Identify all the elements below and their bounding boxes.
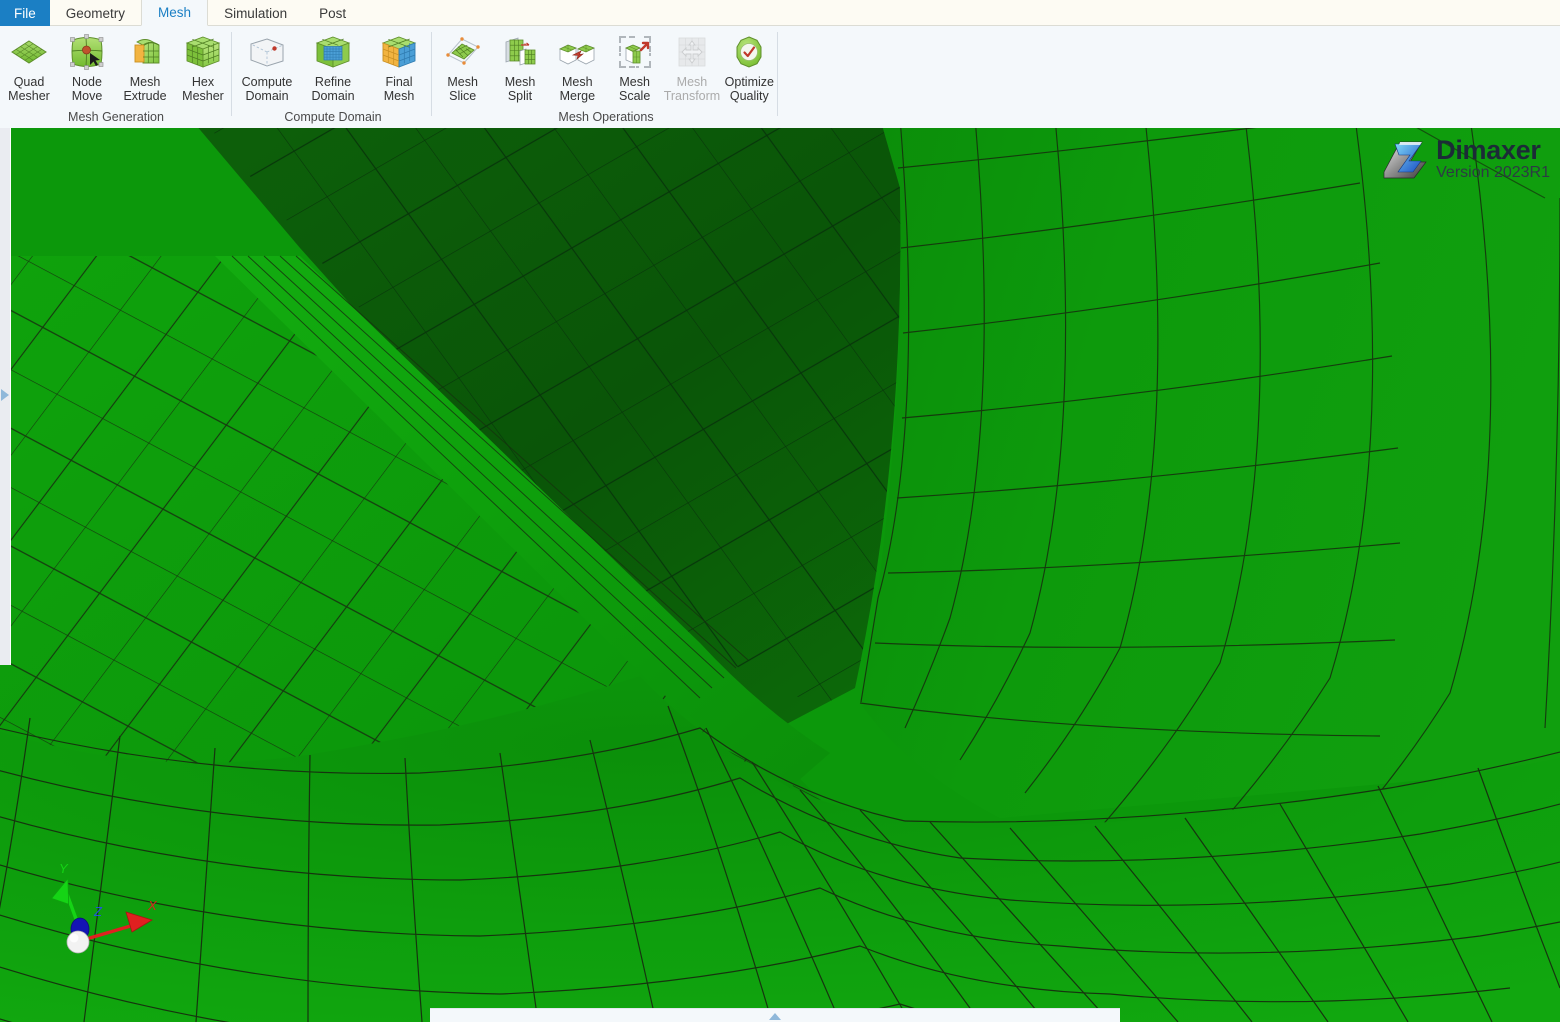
application-window: File Geometry Mesh Simulation Post Quad … xyxy=(0,0,1560,1022)
mesh-merge-label: Mesh Merge xyxy=(559,75,596,103)
tab-simulation[interactable]: Simulation xyxy=(208,0,303,26)
mesh-split-icon xyxy=(499,31,541,73)
ribbon-group-compute-domain-label: Compute Domain xyxy=(284,110,382,124)
final-mesh-label: Final Mesh xyxy=(383,75,415,103)
tab-mesh[interactable]: Mesh xyxy=(141,0,209,26)
left-panel-collapsed-strip[interactable] xyxy=(0,128,11,665)
hex-mesher-label: Hex Mesher xyxy=(182,75,224,103)
refine-domain-label: Refine Domain xyxy=(311,75,355,103)
mesh-extrude-icon xyxy=(124,31,166,73)
mesh-render-canvas xyxy=(0,128,1560,1022)
ribbon-group-mesh-generation: Quad Mesher Node Move Mesh Extrude Hex M… xyxy=(0,26,232,128)
quad-mesher-label: Quad Mesher xyxy=(8,75,50,103)
mesh-scale-button[interactable]: Mesh Scale xyxy=(606,29,663,103)
mesh-slice-icon xyxy=(442,31,484,73)
optimize-quality-button[interactable]: Optimize Quality xyxy=(721,29,778,103)
optimize-quality-icon xyxy=(728,31,770,73)
mesh-scale-icon xyxy=(614,31,656,73)
mesh-3d-viewport[interactable]: Dimaxer Version 2023R1 Y X Z xyxy=(0,128,1560,1022)
mesh-transform-button[interactable]: Mesh Transform xyxy=(663,29,720,103)
node-move-label: Node Move xyxy=(71,75,103,103)
ribbon-group-mesh-operations: Mesh Slice Mesh Split Mesh Merge Mesh Sc… xyxy=(434,26,778,128)
node-move-button[interactable]: Node Move xyxy=(58,29,116,103)
ribbon-body: Quad Mesher Node Move Mesh Extrude Hex M… xyxy=(0,26,1560,128)
final-mesh-icon xyxy=(378,31,420,73)
compute-domain-icon xyxy=(246,31,288,73)
optimize-quality-label: Optimize Quality xyxy=(724,75,774,103)
mesh-extrude-button[interactable]: Mesh Extrude xyxy=(116,29,174,103)
ribbon: File Geometry Mesh Simulation Post Quad … xyxy=(0,0,1560,128)
final-mesh-button[interactable]: Final Mesh xyxy=(366,29,432,103)
mesh-extrude-label: Mesh Extrude xyxy=(123,75,167,103)
left-panel-expand-arrow-icon[interactable] xyxy=(1,389,9,401)
ribbon-group-separator-3 xyxy=(777,32,778,116)
tab-post-label: Post xyxy=(319,5,347,21)
compute-domain-button[interactable]: Compute Domain xyxy=(234,29,300,103)
refine-domain-button[interactable]: Refine Domain xyxy=(300,29,366,103)
tab-geometry[interactable]: Geometry xyxy=(50,0,141,26)
node-move-icon xyxy=(66,31,108,73)
quad-mesher-icon xyxy=(8,31,50,73)
mesh-split-button[interactable]: Mesh Split xyxy=(491,29,548,103)
hex-mesher-button[interactable]: Hex Mesher xyxy=(174,29,232,103)
mesh-split-label: Mesh Split xyxy=(504,75,536,103)
tab-file[interactable]: File xyxy=(0,0,50,26)
tab-geometry-label: Geometry xyxy=(65,5,126,21)
tab-mesh-label: Mesh xyxy=(158,5,192,20)
bottom-panel-collapsed[interactable] xyxy=(430,1008,1120,1022)
compute-domain-label: Compute Domain xyxy=(241,75,293,103)
ribbon-group-compute-domain: Compute Domain Refine Domain Final Mesh … xyxy=(234,26,432,128)
tab-simulation-label: Simulation xyxy=(224,5,288,21)
ribbon-group-separator-1 xyxy=(231,32,232,116)
ribbon-tab-strip: File Geometry Mesh Simulation Post xyxy=(0,0,1560,26)
tab-file-label: File xyxy=(14,5,36,21)
tab-post[interactable]: Post xyxy=(303,0,362,26)
refine-domain-icon xyxy=(312,31,354,73)
bottom-panel-expand-arrow-icon[interactable] xyxy=(769,1013,781,1020)
ribbon-group-mesh-generation-label: Mesh Generation xyxy=(68,110,164,124)
mesh-slice-label: Mesh Slice xyxy=(447,75,478,103)
hex-mesher-icon xyxy=(182,31,224,73)
mesh-transform-icon xyxy=(671,31,713,73)
mesh-merge-icon xyxy=(556,31,598,73)
mesh-slice-button[interactable]: Mesh Slice xyxy=(434,29,491,103)
mesh-merge-button[interactable]: Mesh Merge xyxy=(549,29,606,103)
ribbon-group-separator-2 xyxy=(431,32,432,116)
ribbon-group-mesh-operations-label: Mesh Operations xyxy=(558,110,654,124)
mesh-scale-label: Mesh Scale xyxy=(619,75,651,103)
quad-mesher-button[interactable]: Quad Mesher xyxy=(0,29,58,103)
mesh-transform-label: Mesh Transform xyxy=(663,75,721,103)
